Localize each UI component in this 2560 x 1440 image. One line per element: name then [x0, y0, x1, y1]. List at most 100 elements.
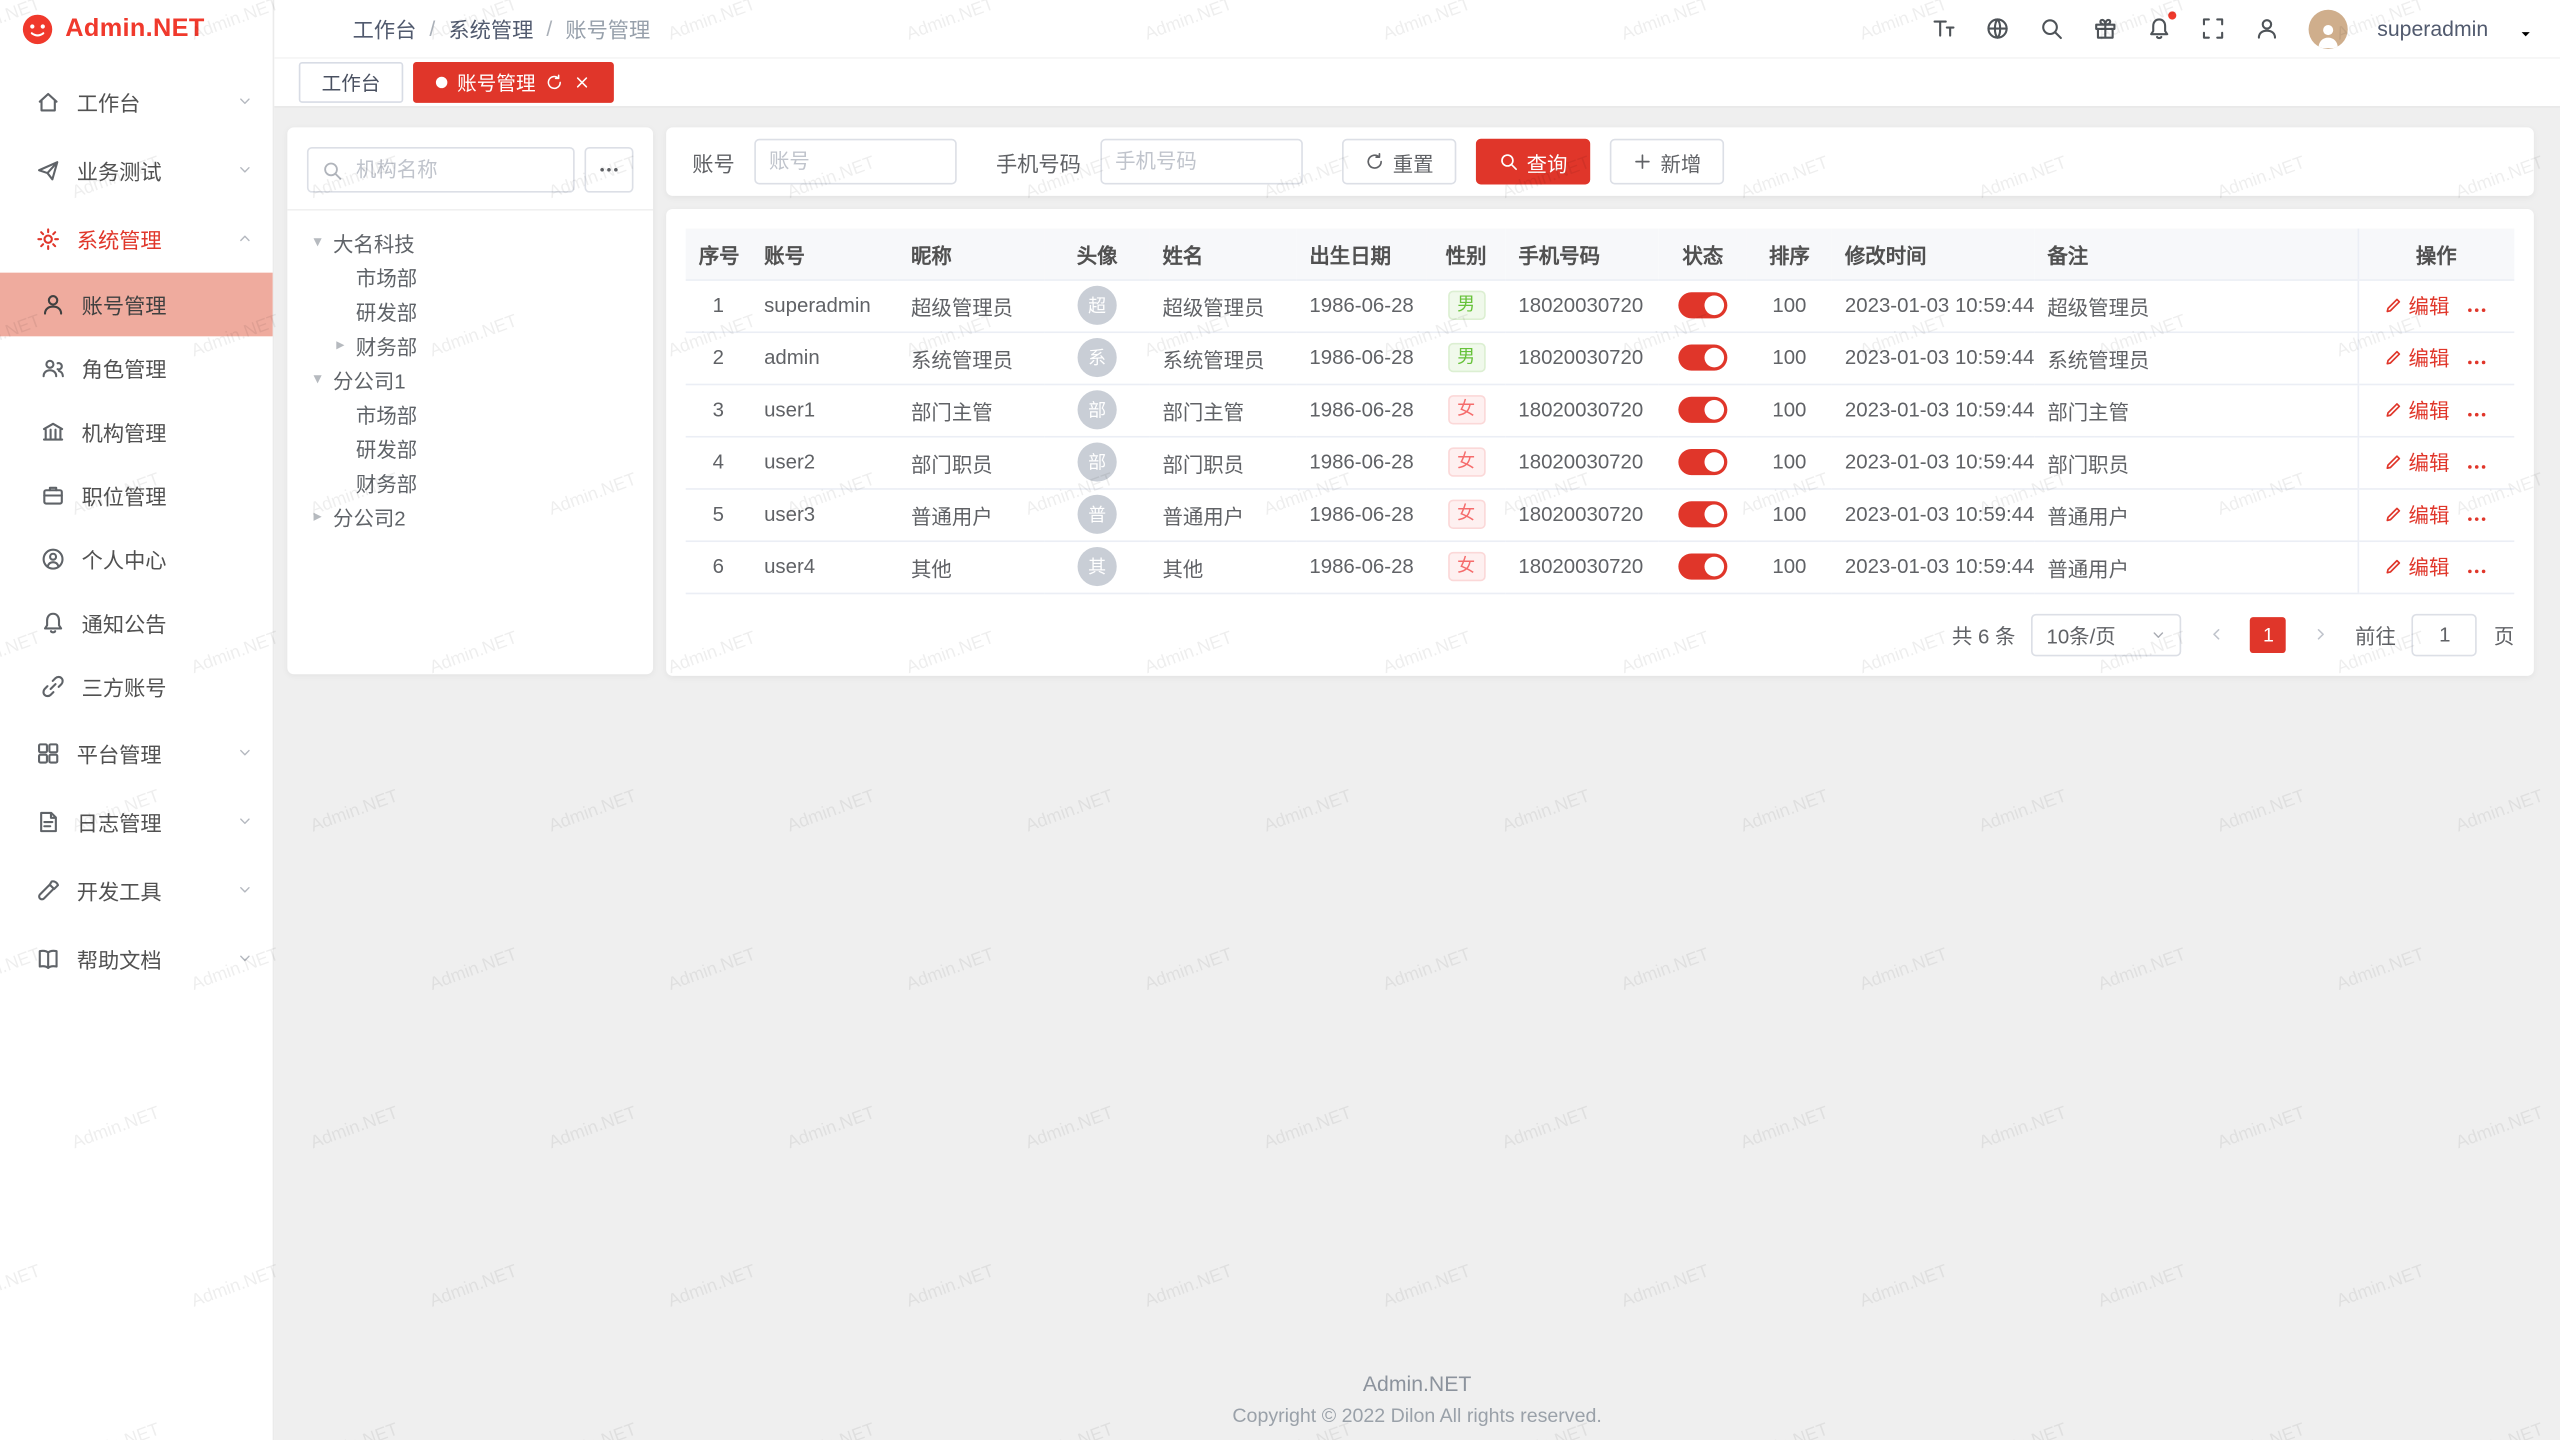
- tree-node[interactable]: 市场部: [307, 260, 634, 294]
- username[interactable]: superadmin: [2377, 16, 2488, 40]
- tree-node[interactable]: ▸ 财务部: [307, 328, 634, 362]
- row-more-button[interactable]: [2466, 455, 2489, 478]
- sidebar-subitem-account-mgmt[interactable]: 账号管理: [0, 273, 273, 337]
- sidebar-subitem-org-mgmt[interactable]: 机构管理: [0, 400, 273, 464]
- page-1-button[interactable]: 1: [2251, 616, 2287, 652]
- cell-index: 2: [686, 331, 751, 383]
- phone-input[interactable]: [1100, 139, 1302, 185]
- sidebar-subitem-role-mgmt[interactable]: 角色管理: [0, 336, 273, 400]
- sidebar-item-platform-mgmt[interactable]: 平台管理: [0, 718, 273, 787]
- cell-actions: 编辑: [2358, 384, 2515, 436]
- tree-caret-icon[interactable]: ▾: [307, 234, 328, 250]
- goto-page-input[interactable]: [2412, 613, 2477, 655]
- row-more-button[interactable]: [2466, 298, 2489, 321]
- log-icon: [36, 809, 60, 833]
- row-more-button[interactable]: [2466, 559, 2489, 582]
- language-icon[interactable]: [1985, 16, 2009, 40]
- tree-node[interactable]: 研发部: [307, 294, 634, 328]
- status-toggle[interactable]: [1678, 292, 1727, 318]
- sidebar-subitem-label: 职位管理: [82, 480, 167, 511]
- status-toggle[interactable]: [1678, 501, 1727, 527]
- sidebar-item-system-mgmt[interactable]: 系统管理: [0, 204, 273, 273]
- chevron-down-icon: [237, 162, 253, 178]
- tree-node[interactable]: ▸分公司2: [307, 500, 634, 534]
- cell-modified: 2023-01-03 10:59:44: [1832, 436, 2034, 488]
- org-search-input[interactable]: [353, 157, 560, 183]
- sidebar-item-log-mgmt[interactable]: 日志管理: [0, 787, 273, 856]
- edit-button[interactable]: 编辑: [2384, 499, 2449, 530]
- next-page-button[interactable]: [2303, 616, 2339, 652]
- gear-icon: [36, 226, 60, 250]
- sidebar-item-dev-tools[interactable]: 开发工具: [0, 856, 273, 925]
- gift-icon[interactable]: [2093, 16, 2117, 40]
- cell-order: 100: [1747, 331, 1832, 383]
- tree-caret-icon[interactable]: ▾: [307, 371, 328, 387]
- tree-node-label: 研发部: [356, 433, 417, 464]
- app-logo[interactable]: Admin.NET: [0, 0, 273, 59]
- sidebar-subitem-position-mgmt[interactable]: 职位管理: [0, 464, 273, 528]
- sidebar-subitem-personal-center[interactable]: 个人中心: [0, 527, 273, 591]
- row-more-button[interactable]: [2466, 507, 2489, 530]
- cell-nickname: 部门主管: [898, 384, 1045, 436]
- bell-icon[interactable]: [2147, 16, 2171, 40]
- status-toggle[interactable]: [1678, 553, 1727, 579]
- tree-more-button[interactable]: [584, 147, 633, 193]
- edit-button[interactable]: 编辑: [2384, 290, 2449, 321]
- cell-order: 100: [1747, 384, 1832, 436]
- tree-node[interactable]: 市场部: [307, 397, 634, 431]
- tree-node-label: 财务部: [356, 330, 417, 361]
- row-more-button[interactable]: [2466, 403, 2489, 426]
- tab-account-mgmt[interactable]: 账号管理: [413, 62, 614, 103]
- account-label: 账号: [692, 146, 734, 177]
- sidebar-item-workbench[interactable]: 工作台: [0, 67, 273, 136]
- tab-close-icon[interactable]: [573, 73, 591, 91]
- hamburger-icon[interactable]: [300, 16, 326, 42]
- cell-status: [1659, 540, 1747, 592]
- avatar[interactable]: [2309, 9, 2348, 48]
- org-icon: [41, 420, 65, 444]
- tree-caret-icon[interactable]: ▸: [307, 509, 328, 525]
- reset-button[interactable]: 重置: [1342, 139, 1456, 185]
- sidebar-item-label: 业务测试: [77, 154, 237, 185]
- search-button[interactable]: 查询: [1476, 139, 1590, 185]
- tree-node[interactable]: ▾分公司1: [307, 362, 634, 396]
- right-column: 账号 手机号码 重置 查询 新增: [666, 127, 2534, 675]
- sidebar-subitem-third-party-account[interactable]: 三方账号: [0, 655, 273, 719]
- edit-button[interactable]: 编辑: [2384, 394, 2449, 425]
- fullscreen-icon[interactable]: [2201, 16, 2225, 40]
- tree-node[interactable]: ▾ 大名科技: [307, 225, 634, 259]
- cell-modified: 2023-01-03 10:59:44: [1832, 488, 2034, 540]
- column-header: 账号: [751, 229, 898, 280]
- prev-page-button[interactable]: [2198, 616, 2234, 652]
- status-toggle[interactable]: [1678, 449, 1727, 475]
- breadcrumb-item[interactable]: 工作台: [353, 13, 417, 44]
- cell-remark: 部门职员: [2034, 436, 2357, 488]
- cell-status: [1659, 384, 1747, 436]
- add-button[interactable]: 新增: [1610, 139, 1724, 185]
- edit-button[interactable]: 编辑: [2384, 446, 2449, 477]
- search-icon[interactable]: [2039, 16, 2063, 40]
- cell-remark: 超级管理员: [2034, 279, 2357, 331]
- status-toggle[interactable]: [1678, 397, 1727, 423]
- edit-button[interactable]: 编辑: [2384, 551, 2449, 582]
- tab-workbench[interactable]: 工作台: [299, 62, 404, 103]
- tree-node[interactable]: 财务部: [307, 465, 634, 499]
- user-menu-chevron-icon[interactable]: [2518, 20, 2534, 36]
- tree-node[interactable]: 研发部: [307, 431, 634, 465]
- tree-caret-icon[interactable]: ▸: [330, 337, 351, 353]
- tab-refresh-icon[interactable]: [545, 73, 563, 91]
- breadcrumb-item[interactable]: 系统管理: [448, 13, 533, 44]
- font-size-icon[interactable]: [1932, 16, 1956, 40]
- sidebar-item-business-test[interactable]: 业务测试: [0, 136, 273, 205]
- status-toggle[interactable]: [1678, 344, 1727, 370]
- sidebar-item-help-docs[interactable]: 帮助文档: [0, 924, 273, 993]
- row-more-button[interactable]: [2466, 350, 2489, 373]
- edit-button[interactable]: 编辑: [2384, 342, 2449, 373]
- cell-name: 部门职员: [1149, 436, 1296, 488]
- page-size-select[interactable]: 10条/页: [2032, 613, 2182, 655]
- sidebar-subitem-notice-mgmt[interactable]: 通知公告: [0, 591, 273, 655]
- tree-node-label: 大名科技: [333, 227, 415, 258]
- account-input[interactable]: [754, 139, 956, 185]
- cell-name: 其他: [1149, 540, 1296, 592]
- user-line-icon[interactable]: [2255, 16, 2279, 40]
